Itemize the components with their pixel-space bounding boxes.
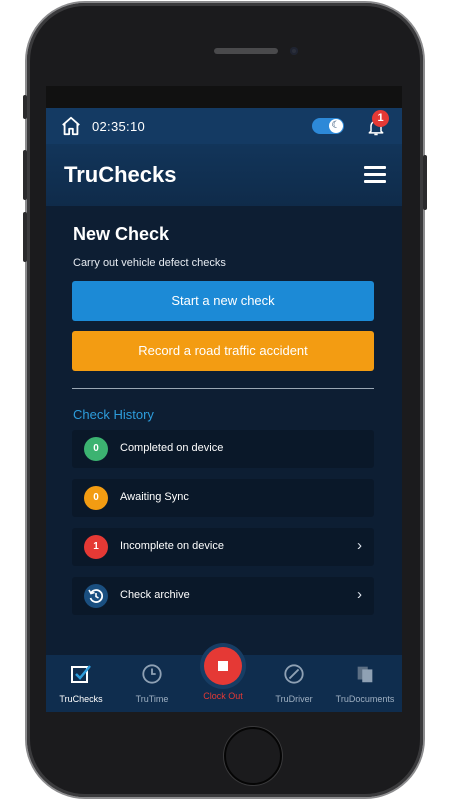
power-button: [423, 155, 427, 210]
record-accident-button[interactable]: Record a road traffic accident: [72, 331, 374, 371]
divider: [72, 388, 374, 389]
count-badge: 1: [84, 535, 108, 559]
bottom-navigation: TruChecks TruTime Clock Out TruDriver Tr…: [46, 647, 402, 712]
speaker-grille: [214, 48, 278, 54]
nav-truchecks[interactable]: TruChecks: [46, 663, 116, 704]
history-item-label: Completed on device: [120, 442, 224, 454]
clock-icon: [142, 664, 162, 684]
notification-badge: 1: [372, 110, 389, 127]
nav-label: TruTime: [135, 694, 169, 704]
steering-wheel-icon: [284, 664, 304, 684]
front-camera: [290, 47, 298, 55]
nav-trudocuments[interactable]: TruDocuments: [330, 663, 400, 704]
mute-switch: [23, 95, 27, 119]
history-item-archive[interactable]: Check archive ›: [72, 577, 374, 615]
history-item-awaiting-sync[interactable]: 0 Awaiting Sync: [72, 479, 374, 517]
count-badge: 0: [84, 486, 108, 510]
check-history-title: Check History: [73, 407, 154, 422]
hamburger-menu-icon[interactable]: [364, 166, 386, 184]
volume-down-button: [23, 212, 27, 262]
app-screen: 02:35:10 ☾ 1 TruChecks New Check Carry o…: [46, 86, 402, 712]
checkbox-icon: [71, 665, 91, 683]
documents-icon: [357, 666, 373, 683]
home-icon[interactable]: [60, 115, 82, 137]
volume-up-button: [23, 150, 27, 200]
history-icon: [84, 584, 108, 608]
chevron-right-icon: ›: [357, 537, 362, 554]
nav-label: TruChecks: [59, 694, 103, 704]
start-new-check-button[interactable]: Start a new check: [72, 281, 374, 321]
nav-trudriver[interactable]: TruDriver: [259, 663, 329, 704]
nav-trutime[interactable]: TruTime: [117, 663, 187, 704]
top-bar: 02:35:10 ☾ 1: [46, 108, 402, 144]
page-title: TruChecks: [64, 162, 177, 187]
new-check-title: New Check: [73, 224, 170, 244]
dark-mode-toggle[interactable]: ☾: [312, 118, 344, 134]
clock-out-label[interactable]: Clock Out: [188, 691, 258, 701]
clock-time: 02:35:10: [92, 118, 146, 134]
history-item-incomplete[interactable]: 1 Incomplete on device ›: [72, 528, 374, 566]
history-item-completed[interactable]: 0 Completed on device: [72, 430, 374, 468]
stop-icon: [218, 661, 228, 671]
history-item-label: Incomplete on device: [120, 540, 224, 552]
home-hardware-button[interactable]: [224, 727, 282, 785]
new-check-description: Carry out vehicle defect checks: [73, 257, 226, 269]
count-badge: 0: [84, 437, 108, 461]
system-status-bar: [46, 86, 402, 108]
clock-out-button[interactable]: [204, 647, 242, 685]
history-item-label: Awaiting Sync: [120, 491, 189, 503]
chevron-right-icon: ›: [357, 586, 362, 603]
app-header: TruChecks: [46, 144, 402, 206]
nav-label: TruDriver: [275, 694, 313, 704]
history-item-label: Check archive: [120, 589, 190, 601]
nav-label: TruDocuments: [335, 694, 395, 704]
moon-icon: ☾: [329, 119, 343, 133]
